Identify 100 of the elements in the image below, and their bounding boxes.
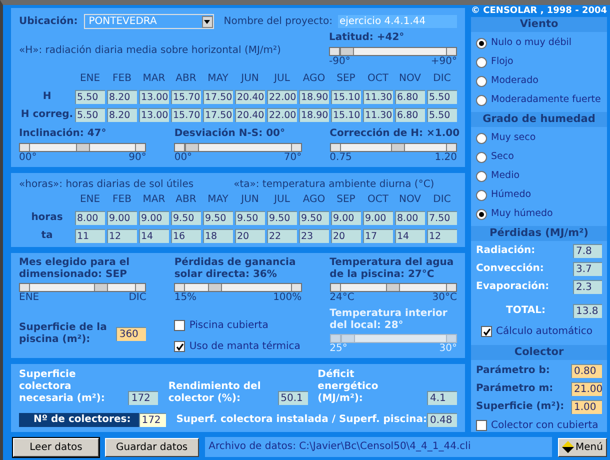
value-field[interactable]: 2.3 (573, 280, 602, 294)
slider-end-button[interactable] (290, 284, 301, 291)
checkbox[interactable] (174, 341, 186, 352)
table-cell[interactable]: 6.80 (395, 90, 425, 104)
slider-end-button[interactable] (446, 284, 456, 291)
slider[interactable] (19, 283, 146, 292)
table-cell[interactable]: 22.00 (267, 90, 297, 104)
radio-button[interactable] (476, 190, 487, 201)
table-cell[interactable]: 14 (395, 228, 425, 242)
radio-label[interactable]: Muy seco (491, 131, 536, 146)
table-cell[interactable]: 16 (171, 228, 201, 242)
slider[interactable] (329, 47, 457, 56)
table-cell[interactable]: 9.50 (235, 210, 265, 224)
table-cell[interactable]: 13.00 (139, 108, 169, 122)
table-cell[interactable]: 18.90 (299, 108, 329, 122)
value-field[interactable]: 21.00 (571, 382, 602, 396)
table-cell[interactable]: 8.20 (107, 108, 137, 122)
radio-button[interactable] (476, 152, 487, 163)
slider-end-button[interactable] (330, 48, 340, 55)
radio-button[interactable] (476, 209, 487, 220)
table-cell[interactable]: 12 (107, 228, 137, 242)
table-cell[interactable]: 9.00 (107, 210, 137, 224)
table-cell[interactable]: 15.10 (331, 90, 361, 104)
slider-thumb[interactable] (185, 144, 200, 151)
slider[interactable] (174, 283, 302, 292)
radio-button[interactable] (476, 38, 487, 49)
table-cell[interactable]: 18.90 (299, 90, 329, 104)
table-cell[interactable]: 9.50 (299, 210, 329, 224)
slider-end-button[interactable] (330, 284, 341, 291)
radio-label[interactable]: Seco (491, 150, 514, 165)
table-cell[interactable]: 12 (427, 228, 457, 242)
table-cell[interactable]: 11.30 (363, 108, 393, 122)
value-field[interactable]: 7.8 (573, 244, 602, 258)
value-field[interactable]: 4.1 (426, 391, 457, 405)
table-cell[interactable]: 8.20 (107, 90, 137, 104)
radio-button[interactable] (476, 171, 487, 182)
radio-label[interactable]: Moderado (491, 74, 538, 89)
table-cell[interactable]: 8.00 (75, 210, 105, 224)
table-cell[interactable]: 6.80 (395, 108, 425, 122)
radio-label[interactable]: Muy húmedo (491, 207, 553, 222)
value-field[interactable]: 360 (116, 326, 146, 340)
table-cell[interactable]: 7.50 (427, 210, 457, 224)
table-cell[interactable]: 15.70 (171, 108, 201, 122)
table-cell[interactable]: 11 (75, 228, 105, 242)
slider-end-button[interactable] (20, 284, 30, 291)
table-cell[interactable]: 17 (363, 228, 393, 242)
table-cell[interactable]: 9.00 (331, 210, 361, 224)
table-cell[interactable]: 22.00 (267, 108, 297, 122)
table-cell[interactable]: 20.40 (235, 108, 265, 122)
table-cell[interactable]: 13.00 (139, 90, 169, 104)
radio-button[interactable] (476, 95, 487, 106)
value-field[interactable]: 172 (138, 413, 166, 427)
table-cell[interactable]: 9.00 (139, 210, 169, 224)
value-field[interactable]: 1.00 (571, 400, 602, 414)
slider-thumb[interactable] (76, 144, 90, 151)
value-field[interactable]: 13.8 (573, 304, 602, 318)
slider-thumb[interactable] (94, 284, 108, 291)
slider-end-button[interactable] (330, 144, 341, 151)
table-cell[interactable]: 23 (299, 228, 329, 242)
table-cell[interactable]: 17.50 (203, 108, 233, 122)
checkbox-label[interactable]: Cálculo automático (496, 324, 592, 339)
slider-end-button[interactable] (446, 48, 456, 55)
slider[interactable] (330, 143, 457, 152)
table-cell[interactable]: 14 (139, 228, 169, 242)
data-button[interactable]: Leer datos (13, 438, 99, 456)
table-cell[interactable]: 9.50 (267, 210, 297, 224)
data-button[interactable]: Guardar datos (105, 438, 199, 456)
value-field[interactable]: 3.7 (573, 262, 602, 276)
radio-button[interactable] (476, 133, 487, 144)
table-cell[interactable]: 9.50 (203, 210, 233, 224)
slider-end-button[interactable] (135, 284, 146, 291)
checkbox-label[interactable]: Colector con cubierta (491, 418, 598, 433)
table-cell[interactable]: 17.50 (203, 90, 233, 104)
radio-label[interactable]: Medio (491, 169, 520, 184)
table-cell[interactable]: 5.50 (427, 108, 457, 122)
slider-end-button[interactable] (290, 144, 301, 151)
radio-button[interactable] (476, 76, 487, 87)
value-field[interactable]: 172 (128, 391, 158, 405)
slider-thumb[interactable] (340, 48, 354, 55)
radio-label[interactable]: Flojo (491, 55, 514, 70)
table-cell[interactable]: 11.30 (363, 90, 393, 104)
slider-thumb[interactable] (208, 284, 222, 291)
value-field[interactable]: 0.48 (427, 413, 457, 427)
slider-thumb[interactable] (386, 284, 400, 291)
table-cell[interactable]: 8.00 (395, 210, 425, 224)
checkbox[interactable] (476, 420, 487, 431)
checkbox[interactable] (481, 326, 492, 337)
value-field[interactable]: 0.80 (571, 364, 602, 378)
slider-end-button[interactable] (175, 284, 186, 291)
table-cell[interactable]: 5.50 (75, 108, 105, 122)
slider-end-button[interactable] (175, 144, 186, 151)
slider[interactable] (330, 283, 457, 292)
slider-thumb[interactable] (390, 144, 405, 151)
radio-label[interactable]: Moderadamente fuerte (491, 93, 601, 108)
table-cell[interactable]: 22 (267, 228, 297, 242)
table-cell[interactable]: 5.50 (427, 90, 457, 104)
table-cell[interactable]: 20 (331, 228, 361, 242)
checkbox-label[interactable]: Piscina cubierta (189, 318, 268, 333)
value-field[interactable]: 50.1 (278, 391, 308, 405)
table-cell[interactable]: 20 (235, 228, 265, 242)
